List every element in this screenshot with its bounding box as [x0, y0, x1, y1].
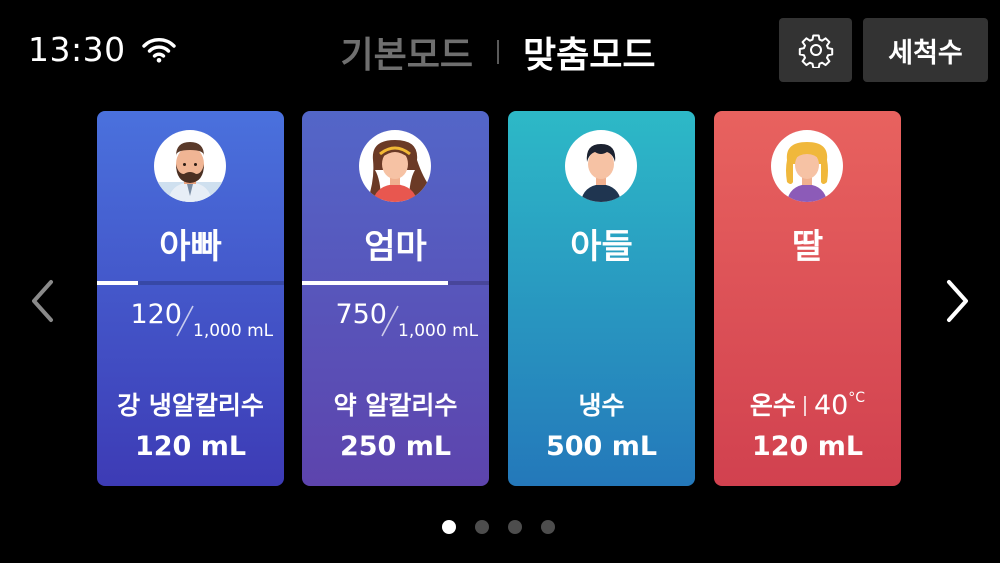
chevron-right-icon[interactable] — [936, 276, 976, 326]
tab-divider — [497, 40, 499, 64]
water-type: 냉수 — [508, 386, 695, 422]
water-type: 약 알칼리수 — [302, 386, 489, 422]
profile-card-mom[interactable]: 엄마 750 1,000 mL 약 알칼리수 250 mL — [302, 111, 489, 486]
dispense-amount: 120 mL — [751, 431, 864, 462]
avatar — [771, 130, 843, 202]
avatar — [154, 130, 226, 202]
usage-limit: 1,000 mL — [193, 321, 274, 341]
usage-readout: 120 1,000 mL — [97, 297, 284, 343]
woman-avatar-icon — [367, 140, 431, 202]
dispense-amount: 500 mL — [545, 431, 658, 462]
usage-progress-fill — [97, 281, 139, 285]
cleaning-water-button[interactable]: 세척수 — [863, 18, 988, 82]
slash-divider — [381, 305, 399, 337]
page-indicator — [442, 520, 555, 534]
profile-card-son[interactable]: 아들 냉수 500 mL — [508, 111, 695, 486]
clock: 13:30 — [28, 30, 126, 69]
dispense-amount: 120 mL — [134, 431, 247, 462]
page-dot[interactable] — [541, 520, 555, 534]
avatar — [359, 130, 431, 202]
profile-name: 아빠 — [159, 227, 222, 267]
usage-limit: 1,000 mL — [398, 321, 479, 341]
girl-avatar-icon — [786, 142, 828, 202]
water-type-label: 약 알칼리수 — [333, 391, 458, 420]
profile-name: 엄마 — [364, 227, 427, 267]
page-dot[interactable] — [442, 520, 456, 534]
slash-divider — [176, 305, 194, 337]
chevron-left-icon[interactable] — [24, 276, 64, 326]
water-type-label: 온수 — [749, 391, 796, 420]
avatar — [565, 130, 637, 202]
wifi-icon — [141, 37, 176, 63]
usage-progress-bar — [97, 281, 284, 285]
settings-button[interactable] — [779, 18, 852, 82]
profile-name: 딸 — [791, 227, 824, 267]
temperature-value: 40 — [813, 390, 849, 421]
water-type-label: 냉수 — [578, 391, 625, 420]
profile-name: 아들 — [570, 227, 633, 267]
dispense-amount: 250 mL — [339, 431, 452, 462]
divider — [803, 396, 806, 416]
water-type-label: 강 냉알칼리수 — [117, 391, 264, 420]
temperature-unit: °C — [848, 390, 866, 406]
gear-icon — [798, 34, 833, 68]
page-dot[interactable] — [508, 520, 522, 534]
water-type: 온수 40°C — [714, 386, 901, 422]
usage-readout: 750 1,000 mL — [302, 297, 489, 343]
tab-basic-mode[interactable]: 기본모드 — [341, 26, 473, 78]
profile-card-dad[interactable]: 아빠 120 1,000 mL 강 냉알칼리수 120 mL — [97, 111, 284, 486]
usage-progress-bar — [302, 281, 489, 285]
water-type: 강 냉알칼리수 — [97, 386, 284, 422]
boy-avatar-icon — [581, 144, 621, 202]
man-beard-avatar-icon — [154, 142, 226, 202]
usage-progress-fill — [302, 281, 448, 285]
tab-custom-mode[interactable]: 맞춤모드 — [523, 26, 655, 78]
profile-card-daughter[interactable]: 딸 온수 40°C 120 mL — [714, 111, 901, 486]
status-bar: 13:30 — [28, 30, 176, 69]
page-dot[interactable] — [475, 520, 489, 534]
